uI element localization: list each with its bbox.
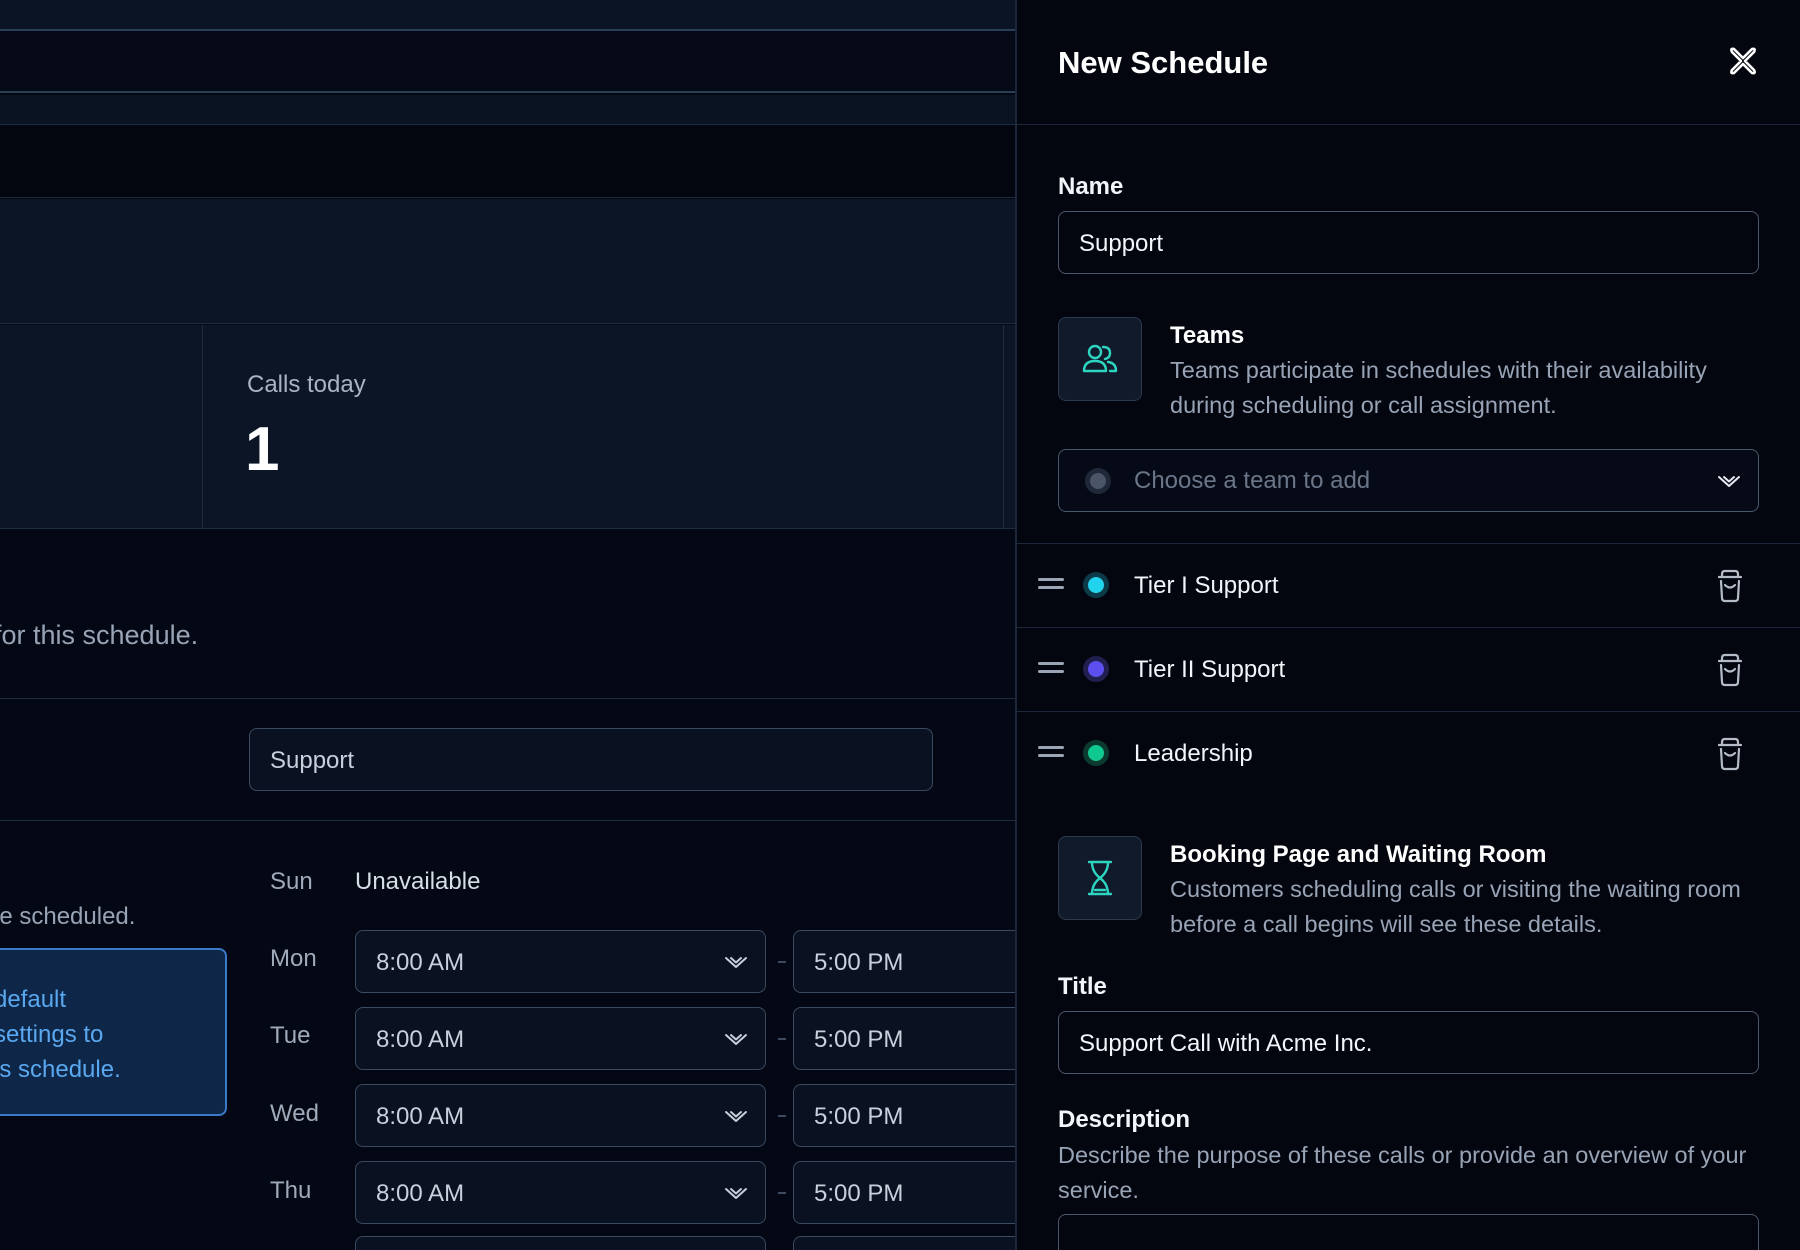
team-color-dot: [1088, 661, 1104, 677]
stat-value: 1: [245, 415, 280, 484]
trash-icon[interactable]: [1713, 652, 1747, 688]
chevron-down-icon: [725, 957, 747, 968]
description-label: Description: [1058, 1106, 1191, 1133]
chevron-down-icon: [725, 1034, 747, 1045]
background-page: Calls today 1 for this schedule. Support…: [0, 0, 1015, 1250]
start-time-select-thu[interactable]: 8:00 AM: [355, 1161, 766, 1224]
name-label: Name: [1058, 173, 1124, 200]
close-icon: [1730, 47, 1756, 75]
subheader-bar: [0, 95, 1015, 125]
chevron-down-icon: [725, 1188, 747, 1199]
start-time-select-fri[interactable]: [355, 1236, 766, 1250]
start-time-value: 8:00 AM: [376, 949, 465, 976]
end-time-select-fri[interactable]: [793, 1236, 1015, 1250]
end-time-select-thu[interactable]: 5:00 PM: [793, 1161, 1015, 1224]
summary-area: [0, 199, 1015, 324]
panel-header: New Schedule: [1017, 0, 1800, 125]
trash-icon[interactable]: [1713, 736, 1747, 772]
team-color-placeholder: [1090, 473, 1106, 489]
end-time-select-mon[interactable]: 5:00 PM: [793, 930, 1015, 993]
drag-handle-icon[interactable]: [1038, 662, 1064, 676]
start-time-select-wed[interactable]: 8:00 AM: [355, 1084, 766, 1147]
start-time-select-mon[interactable]: 8:00 AM: [355, 930, 766, 993]
range-separator: [778, 1038, 786, 1040]
title-input[interactable]: Support Call with Acme Inc.: [1058, 1011, 1759, 1074]
divider: [0, 698, 1015, 699]
day-label-wed: Wed: [270, 1100, 319, 1127]
start-time-value: 8:00 AM: [376, 1026, 465, 1053]
chevron-down-icon: [725, 1111, 747, 1122]
teams-description: Teams participate in schedules with thei…: [1170, 357, 1707, 418]
team-select-placeholder: Choose a team to add: [1134, 467, 1371, 494]
stat-label: Calls today: [247, 371, 366, 398]
day-unavailable: Unavailable: [355, 868, 481, 895]
stats-area: [0, 325, 1015, 529]
booking-description: Customers scheduling calls or visiting t…: [1170, 876, 1741, 937]
stat-divider: [1003, 325, 1004, 529]
day-label-mon: Mon: [270, 945, 317, 972]
name-input[interactable]: Support: [1058, 211, 1759, 274]
start-time-value: 8:00 AM: [376, 1180, 465, 1207]
team-name: Leadership: [1134, 740, 1253, 767]
schedule-name-input[interactable]: Support: [249, 728, 933, 791]
range-separator: [778, 1192, 786, 1194]
team-color-dot: [1088, 745, 1104, 761]
top-bar: [0, 0, 1015, 31]
description-textarea[interactable]: [1058, 1214, 1759, 1250]
drag-handle-icon[interactable]: [1038, 746, 1064, 760]
close-button[interactable]: [1725, 43, 1761, 79]
section-description: for this schedule.: [0, 620, 199, 650]
start-time-select-tue[interactable]: 8:00 AM: [355, 1007, 766, 1070]
callout-text: default settings to is schedule.: [0, 986, 121, 1083]
day-label-thu: Thu: [270, 1177, 312, 1204]
day-label-tue: Tue: [270, 1022, 311, 1049]
team-row: Tier I Support: [1017, 543, 1800, 627]
range-separator: [778, 961, 786, 963]
title-label: Title: [1058, 973, 1107, 1000]
panel-title: New Schedule: [1058, 45, 1269, 80]
day-label-sun: Sun: [270, 868, 313, 895]
header-bar: [0, 33, 1015, 93]
stat-divider: [202, 325, 203, 529]
divider: [0, 820, 1015, 821]
range-separator: [778, 1115, 786, 1117]
drag-handle-icon[interactable]: [1038, 578, 1064, 592]
trash-icon[interactable]: [1713, 568, 1747, 604]
hours-description: be scheduled.: [0, 903, 136, 930]
teams-title: Teams: [1170, 322, 1245, 349]
team-row: Tier II Support: [1017, 627, 1800, 711]
team-color-dot: [1088, 577, 1104, 593]
team-select[interactable]: Choose a team to add: [1058, 449, 1759, 512]
start-time-value: 8:00 AM: [376, 1103, 465, 1130]
new-schedule-panel: New Schedule Name Support Teams Teams pa…: [1015, 0, 1800, 1250]
teams-icon-box: [1058, 317, 1142, 401]
team-row: Leadership: [1017, 711, 1800, 795]
hourglass-icon: [1087, 860, 1113, 896]
team-name: Tier I Support: [1134, 572, 1279, 599]
end-time-select-tue[interactable]: 5:00 PM: [793, 1007, 1015, 1070]
chevron-down-icon: [1718, 476, 1740, 487]
toolbar-area: [0, 126, 1015, 198]
team-name: Tier II Support: [1134, 656, 1286, 683]
booking-icon-box: [1058, 836, 1142, 920]
end-time-select-wed[interactable]: 5:00 PM: [793, 1084, 1015, 1147]
users-icon: [1082, 344, 1118, 373]
booking-title: Booking Page and Waiting Room: [1170, 841, 1547, 868]
description-help: Describe the purpose of these calls or p…: [1058, 1142, 1747, 1203]
